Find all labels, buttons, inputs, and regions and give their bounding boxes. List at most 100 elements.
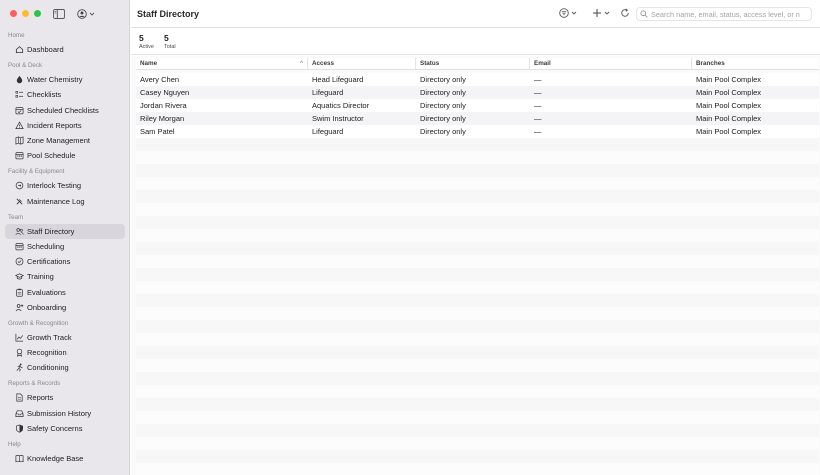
sidebar-section-reports-and-records: Reports & Records <box>8 380 61 388</box>
column-header-access[interactable]: Access <box>308 58 416 69</box>
cell-branches: Main Pool Complex <box>696 88 762 97</box>
sidebar-item-growth-track[interactable]: Growth Track <box>5 330 125 345</box>
column-header-email[interactable]: Email <box>530 58 692 69</box>
sidebar-item-label: Knowledge Base <box>27 454 84 464</box>
account-menu-button[interactable] <box>77 9 95 19</box>
table-row[interactable]: Sam Patel Lifeguard Directory only — Main Po… <box>136 125 819 138</box>
sidebar-item-zone-management[interactable]: Zone Management <box>5 133 125 148</box>
seal-check-icon <box>15 257 24 266</box>
sidebar-toggle-icon[interactable] <box>53 9 65 21</box>
minimize-window-button[interactable] <box>22 10 29 17</box>
cell-status: Directory only <box>420 114 466 123</box>
cell-status: Directory only <box>420 127 466 136</box>
sidebar-item-interlock-testing[interactable]: Interlock Testing <box>5 178 125 193</box>
sort-ascending-icon: ^ <box>300 60 303 67</box>
sidebar-item-staff-directory[interactable]: Staff Directory <box>5 223 125 239</box>
filter-menu-button[interactable] <box>559 8 577 18</box>
column-label: Name <box>140 60 158 67</box>
close-window-button[interactable] <box>10 10 17 17</box>
sidebar-item-label: Safety Concerns <box>27 423 83 433</box>
sidebar-item-dashboard[interactable]: Dashboard <box>5 42 125 57</box>
sidebar-item-label: Reports <box>27 393 54 403</box>
zoom-window-button[interactable] <box>34 10 41 17</box>
filter-icon <box>559 8 569 18</box>
sidebar-item-incident-reports[interactable]: Incident Reports <box>5 118 125 133</box>
people-icon <box>15 227 24 236</box>
page-title: Staff Directory <box>137 9 200 19</box>
staff-table: Name ^ Access Status Email Branches Aver… <box>131 56 820 475</box>
cell-email: — <box>534 114 542 123</box>
chevron-down-icon <box>604 11 610 15</box>
sidebar-item-evaluations[interactable]: Evaluations <box>5 284 125 299</box>
sidebar-item-scheduling[interactable]: Scheduling <box>5 239 125 254</box>
sidebar-nav: Home Dashboard Pool & Deck Water Chemistry C… <box>0 27 130 466</box>
sidebar-item-label: Onboarding <box>27 302 67 312</box>
sidebar-item-training[interactable]: Training <box>5 269 125 284</box>
sidebar-item-conditioning[interactable]: Conditioning <box>5 360 125 375</box>
sidebar-item-label: Evaluations <box>27 287 66 297</box>
warning-icon <box>15 121 24 130</box>
search-input[interactable] <box>651 9 811 19</box>
sidebar-item-label: Growth Track <box>27 332 72 342</box>
table-row[interactable]: Avery Chen Head Lifeguard Directory only — M… <box>136 73 819 86</box>
cell-name: Casey Nguyen <box>140 88 190 97</box>
cell-email: — <box>534 88 542 97</box>
cell-name: Jordan Rivera <box>140 101 187 110</box>
table-header: Name ^ Access Status Email Branches <box>136 58 819 70</box>
calendar-icon <box>15 242 24 251</box>
table-row[interactable]: Casey Nguyen Lifeguard Directory only — Main… <box>136 86 819 99</box>
cell-status: Directory only <box>420 75 466 84</box>
sidebar-item-label: Certifications <box>27 257 71 267</box>
search-icon <box>640 10 648 18</box>
table-empty-area <box>136 138 819 475</box>
sidebar-section-pool-and-deck: Pool & Deck <box>8 62 43 70</box>
sidebar-item-certifications[interactable]: Certifications <box>5 254 125 269</box>
sidebar-section-home: Home <box>8 32 25 39</box>
table-row[interactable]: Riley Morgan Swim Instructor Directory onl… <box>136 112 819 125</box>
cell-email: — <box>534 101 542 110</box>
refresh-button[interactable] <box>620 8 630 20</box>
sidebar-item-maintenance-log[interactable]: Maintenance Log <box>5 194 125 209</box>
clipboard-icon <box>15 288 24 297</box>
sidebar-item-label: Zone Management <box>27 136 90 146</box>
sidebar-item-label: Incident Reports <box>27 120 82 130</box>
sidebar-item-reports[interactable]: Reports <box>5 390 125 405</box>
stat-value: 5 <box>164 33 169 43</box>
sidebar-item-knowledge-base[interactable]: Knowledge Base <box>5 451 125 466</box>
sidebar-item-scheduled-checklists[interactable]: Scheduled Checklists <box>5 103 125 118</box>
sidebar: Home Dashboard Pool & Deck Water Chemistry C… <box>0 0 130 475</box>
sidebar-section-help: Help <box>8 440 21 448</box>
toolbar: Staff Directory <box>131 0 820 28</box>
house-icon <box>15 45 24 54</box>
tray-icon <box>15 409 24 418</box>
column-header-name[interactable]: Name ^ <box>136 58 308 69</box>
cell-status: Directory only <box>420 101 466 110</box>
sidebar-item-pool-schedule[interactable]: Pool Schedule <box>5 148 125 163</box>
add-menu-button[interactable] <box>592 8 610 18</box>
table-row[interactable]: Jordan Rivera Aquatics Director Directory … <box>136 99 819 112</box>
column-header-branches[interactable]: Branches <box>692 58 819 69</box>
window-controls <box>10 10 41 17</box>
cell-status: Directory only <box>420 88 466 97</box>
stat-total: 5 Total <box>164 33 176 50</box>
sidebar-item-water-chemistry[interactable]: Water Chemistry <box>5 72 125 87</box>
sidebar-item-onboarding[interactable]: Onboarding <box>5 300 125 315</box>
cell-branches: Main Pool Complex <box>696 101 762 110</box>
search-field[interactable] <box>636 7 812 21</box>
droplet-icon <box>15 75 24 84</box>
sidebar-item-label: Scheduling <box>27 241 65 251</box>
sidebar-item-checklists[interactable]: Checklists <box>5 87 125 102</box>
map-icon <box>15 136 24 145</box>
cell-email: — <box>534 75 542 84</box>
chevron-down-icon <box>571 11 577 15</box>
sidebar-item-submission-history[interactable]: Submission History <box>5 406 125 421</box>
interlock-icon <box>15 181 24 190</box>
sidebar-item-recognition[interactable]: Recognition <box>5 345 125 360</box>
sidebar-item-safety-concerns[interactable]: Safety Concerns <box>5 421 125 436</box>
cell-access: Lifeguard <box>312 88 344 97</box>
calendar-check-icon <box>15 106 24 115</box>
sidebar-item-label: Pool Schedule <box>27 151 76 161</box>
column-header-status[interactable]: Status <box>416 58 530 69</box>
sidebar-item-label: Scheduled Checklists <box>27 105 99 115</box>
book-icon <box>15 454 24 463</box>
